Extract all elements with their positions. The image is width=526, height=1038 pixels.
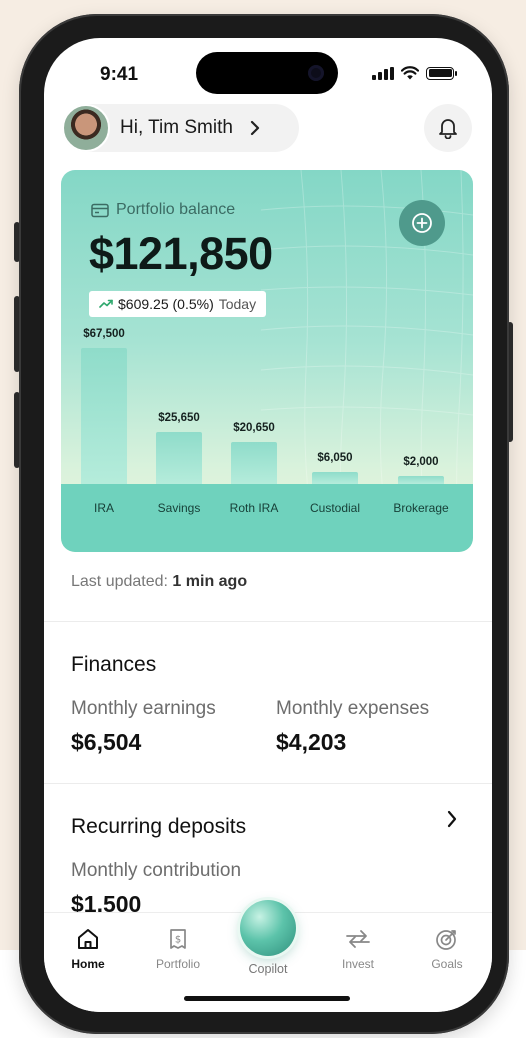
account-bar-chart: $67,500 IRA $25,650 Savings $20,650 Roth IRA $… [61,170,473,552]
bell-icon [439,119,457,139]
bar-savings[interactable] [156,432,202,484]
camera-icon [308,65,324,81]
avatar[interactable] [62,104,110,152]
battery-icon [426,66,457,80]
monthly-earnings-label: Monthly earnings [71,698,216,719]
chevron-right-icon[interactable] [446,810,458,828]
bar-custodial[interactable] [312,472,358,484]
category-label: Custodial [309,501,361,515]
status-time: 9:41 [100,64,139,85]
monthly-expenses-value: $4,203 [276,729,347,755]
category-label: Roth IRA [229,501,279,515]
portfolio-card: Portfolio balance $121,850 $609.25 (0.5%… [61,170,473,552]
monthly-expenses-label: Monthly expenses [276,698,430,719]
bar-value-label: $2,000 [403,456,439,468]
nav-home-label: Home [71,957,105,971]
monthly-contribution-label: Monthly contribution [71,860,242,881]
goals-target-icon [436,930,456,950]
nav-invest-label: Invest [341,957,374,971]
nav-portfolio-label: Portfolio [155,957,201,971]
home-icon [78,929,98,949]
chart-baseline [61,484,473,552]
bar-value-label: $67,500 [83,328,125,340]
portfolio-icon: $ [170,929,186,949]
status-icons [372,66,457,80]
section-divider [44,621,492,622]
category-label: Brokerage [393,501,449,515]
bar-value-label: $6,050 [317,452,353,464]
last-updated-label: Last updated: [71,573,168,590]
copilot-orb-icon[interactable] [240,900,296,956]
profile-greeting-button[interactable]: Hi, Tim Smith [62,104,299,152]
recurring-deposits-title[interactable]: Recurring deposits [71,815,246,839]
notifications-button[interactable] [424,104,472,152]
nav-invest[interactable]: Invest [323,927,393,971]
nav-goals-label: Goals [431,957,463,971]
section-divider [44,783,492,784]
monthly-earnings-value: $6,504 [71,729,142,755]
bar-roth-ira[interactable] [231,442,277,484]
nav-copilot-label[interactable]: Copilot [233,962,303,976]
finances-title: Finances [71,653,157,676]
nav-goals[interactable]: Goals [412,927,482,971]
last-updated-value: 1 min ago [172,573,248,590]
last-updated: Last updated: 1 min ago [71,573,247,591]
cellular-signal-icon [372,66,394,80]
home-indicator [184,996,350,1001]
bar-value-label: $25,650 [158,412,200,424]
bar-value-label: $20,650 [233,422,275,434]
nav-portfolio[interactable]: $ Portfolio [143,927,213,971]
greeting-text: Hi, Tim Smith [120,117,233,138]
chevron-right-icon [250,120,260,136]
bar-brokerage[interactable] [398,476,444,484]
bar-ira[interactable] [81,348,127,484]
app-screen: 9:41 Hi, Tim Smith Portfolio balance $12… [44,38,492,1012]
nav-home[interactable]: Home [53,927,123,971]
wifi-icon [401,66,419,80]
transfer-arrows-icon [346,930,370,948]
svg-text:$: $ [175,935,181,946]
dynamic-island [196,52,338,94]
